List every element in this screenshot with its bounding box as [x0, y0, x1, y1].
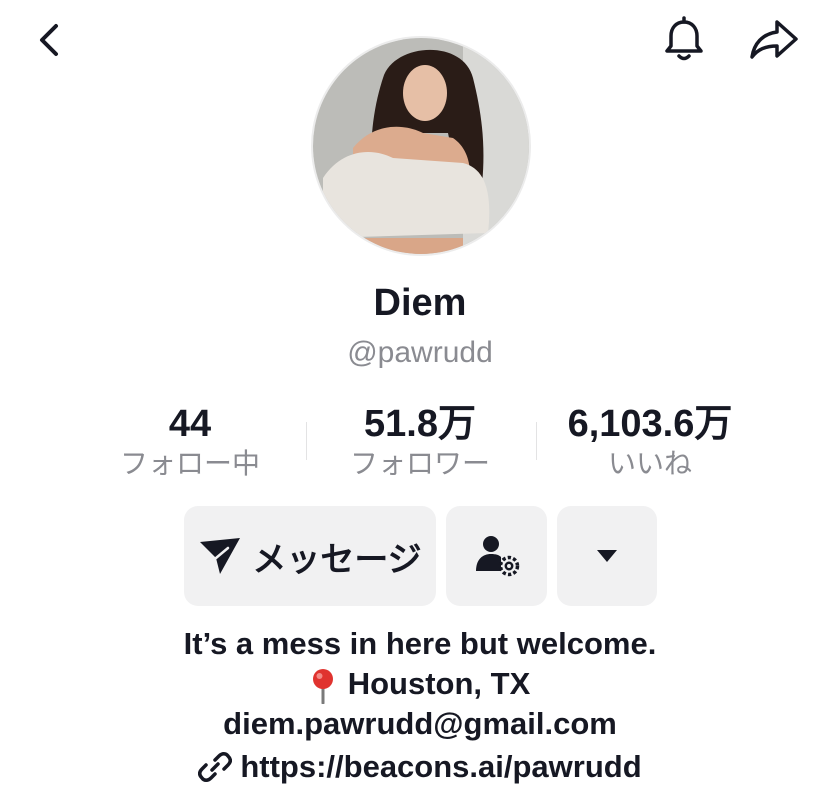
more-options-button[interactable]: [557, 506, 657, 606]
stat-followers-label: フォロワー: [349, 447, 490, 480]
pin-icon: [312, 668, 333, 704]
profile-avatar[interactable]: [311, 36, 531, 256]
message-button[interactable]: メッセージ: [184, 506, 436, 606]
display-name: Diem: [373, 282, 467, 324]
friend-settings-button[interactable]: [446, 506, 547, 606]
username: @pawrudd: [347, 336, 493, 369]
stat-followers[interactable]: 51.8万 フォロワー: [320, 402, 520, 482]
avatar-photo: [313, 38, 529, 254]
stat-likes-label: いいね: [607, 447, 692, 480]
stat-divider: [306, 422, 307, 460]
stat-following-label: フォロー中: [119, 447, 260, 480]
caret-down-icon: [597, 550, 617, 562]
bio-location: Houston, TX: [0, 664, 840, 704]
stat-likes[interactable]: 6,103.6万 いいね: [550, 402, 750, 482]
bio-email: diem.pawrudd@gmail.com: [223, 706, 617, 741]
back-button[interactable]: [22, 12, 78, 68]
chevron-left-icon: [40, 24, 58, 56]
share-button[interactable]: [746, 12, 802, 68]
link-icon: [198, 752, 233, 782]
stat-following[interactable]: 44 フォロー中: [90, 402, 290, 482]
bio-link-text[interactable]: https://beacons.ai/pawrudd: [240, 747, 641, 787]
stat-likes-count: 6,103.6万: [567, 403, 733, 445]
notification-bell-button[interactable]: [656, 12, 712, 68]
share-arrow-icon: [750, 20, 798, 59]
message-button-label: メッセージ: [252, 539, 422, 580]
send-icon: [200, 538, 241, 574]
user-settings-icon: [475, 536, 519, 577]
bio-link[interactable]: https://beacons.ai/pawrudd: [0, 747, 840, 787]
bio-text: It’s a mess in here but welcome.: [183, 626, 657, 661]
stat-following-count: 44: [168, 403, 212, 445]
bio-location-text: Houston, TX: [347, 666, 531, 701]
stat-divider: [536, 422, 537, 460]
stat-followers-count: 51.8万: [364, 403, 476, 445]
bell-icon: [665, 16, 703, 61]
